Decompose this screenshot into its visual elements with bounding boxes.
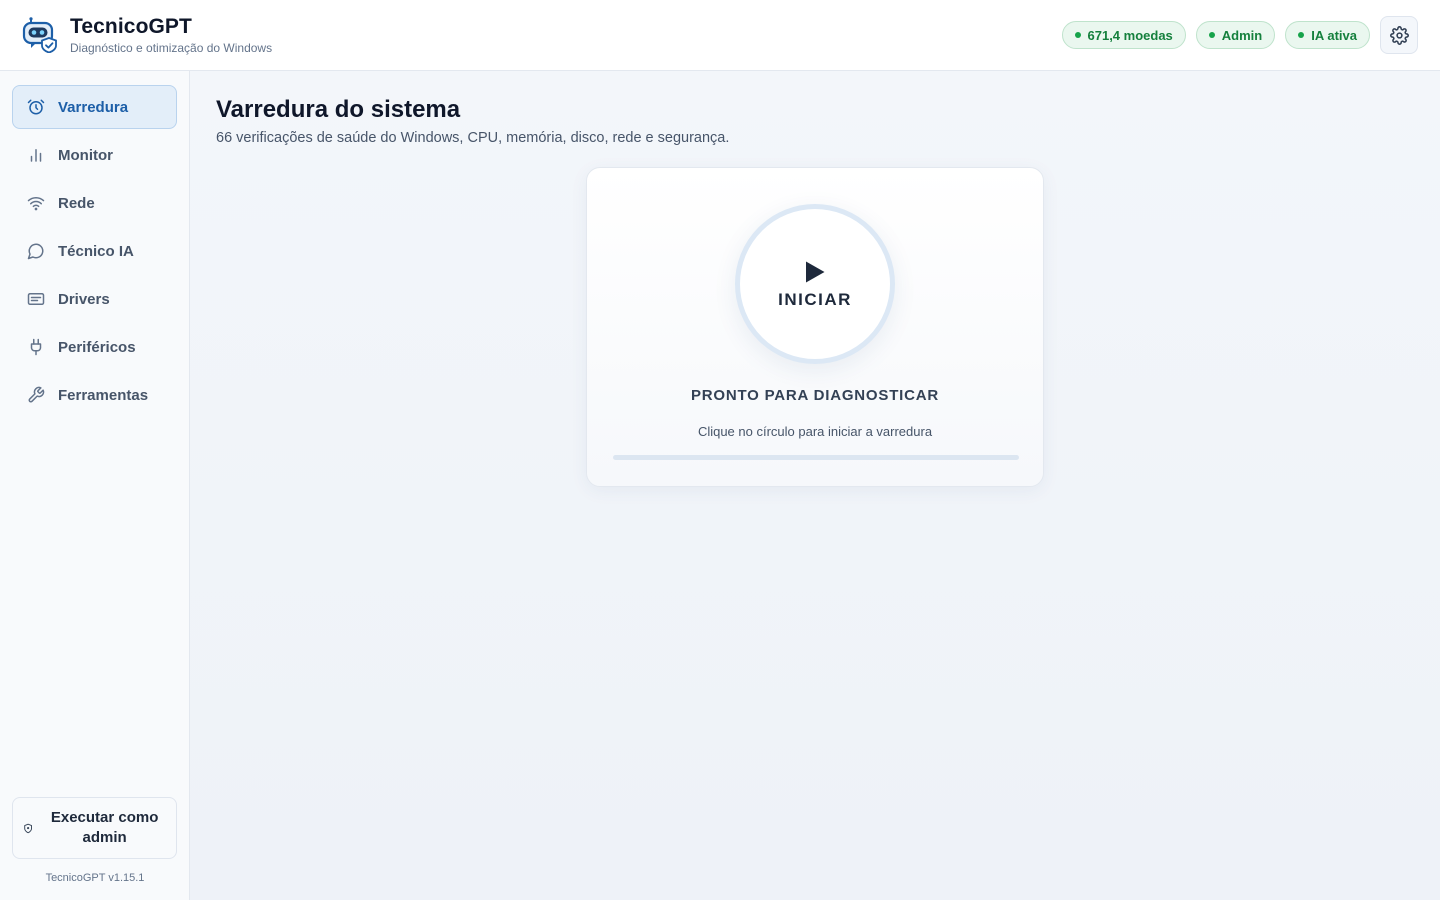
- run-as-admin-button[interactable]: Executar como admin: [12, 797, 177, 859]
- sidebar-item-drivers[interactable]: Drivers: [12, 277, 177, 321]
- ai-status-badge-label: IA ativa: [1311, 27, 1357, 43]
- scan-hint: Clique no círculo para iniciar a varredu…: [697, 424, 933, 439]
- chat-bubble-icon: [27, 243, 44, 260]
- app-header: TecnicoGPT Diagnóstico e otimização do W…: [0, 0, 1440, 71]
- scan-card: INICIAR PRONTO PARA DIAGNOSTICAR Clique …: [586, 167, 1044, 487]
- sidebar-item-rede[interactable]: Rede: [12, 181, 177, 225]
- robot-logo-icon: [22, 17, 57, 53]
- ai-status-badge: IA ativa: [1285, 21, 1370, 49]
- status-dot: [1298, 32, 1305, 38]
- shield-icon: [24, 823, 32, 833]
- sidebar-item-label: Técnico IA: [58, 242, 134, 260]
- plug-icon: [30, 338, 42, 356]
- sidebar-item-label: Ferramentas: [58, 386, 149, 404]
- scan-progress-bar: [613, 455, 1019, 460]
- run-as-admin-label: Executar como admin: [50, 809, 159, 846]
- coins-badge: 671,4 moedas: [1061, 21, 1186, 49]
- bar-chart-icon: [30, 149, 42, 162]
- sidebar-item-varredura[interactable]: Varredura: [12, 85, 177, 129]
- brand: TecnicoGPT Diagnóstico e otimização do W…: [70, 15, 272, 56]
- start-scan-label: INICIAR: [778, 290, 852, 309]
- coins-badge-label: 671,4 moedas: [1087, 27, 1173, 43]
- status-dot: [1074, 32, 1081, 38]
- sidebar-item-tecnico-ia[interactable]: Técnico IA: [12, 229, 177, 273]
- page-subtitle: 66 verificações de saúde do Windows, CPU…: [216, 130, 730, 146]
- sidebar: Varredura Monitor Rede Técnico IA Driver…: [0, 71, 190, 900]
- alarm-clock-icon: [27, 99, 45, 115]
- sidebar-item-monitor[interactable]: Monitor: [12, 133, 177, 177]
- start-scan-button[interactable]: INICIAR: [735, 204, 895, 364]
- main-content: Varredura do sistema 66 verificações de …: [190, 71, 1440, 900]
- sidebar-item-label: Periféricos: [58, 338, 136, 356]
- wifi-icon: [27, 196, 45, 211]
- settings-button[interactable]: [1380, 16, 1418, 54]
- page-title: Varredura do sistema: [216, 96, 461, 123]
- app-title: TecnicoGPT: [70, 14, 192, 38]
- sidebar-item-label: Varredura: [58, 98, 129, 116]
- wrench-icon: [28, 386, 45, 403]
- sidebar-item-label: Rede: [58, 194, 95, 212]
- gear-icon: [1389, 25, 1409, 45]
- header-status-area: 671,4 moedas Admin IA ativa: [1061, 16, 1418, 54]
- sidebar-item-perifericos[interactable]: Periféricos: [12, 325, 177, 369]
- app-subtitle: Diagnóstico e otimização do Windows: [70, 40, 273, 55]
- sidebar-item-label: Drivers: [58, 290, 110, 308]
- sidebar-item-label: Monitor: [58, 146, 113, 164]
- play-icon: [806, 261, 825, 283]
- admin-badge: Admin: [1195, 21, 1276, 49]
- sidebar-nav: Varredura Monitor Rede Técnico IA Driver…: [0, 71, 189, 435]
- scan-status: PRONTO PARA DIAGNOSTICAR: [690, 387, 940, 404]
- app-version: TecnicoGPT v1.15.1: [45, 872, 145, 884]
- admin-badge-label: Admin: [1221, 27, 1263, 43]
- sidebar-item-ferramentas[interactable]: Ferramentas: [12, 373, 177, 417]
- drive-icon: [27, 293, 45, 305]
- status-dot: [1208, 32, 1215, 38]
